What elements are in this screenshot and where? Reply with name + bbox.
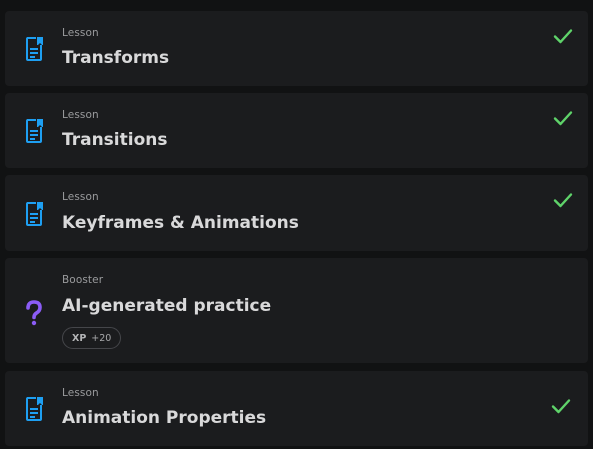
check-icon	[553, 29, 573, 44]
list-item-transforms[interactable]: Lesson Transforms	[5, 11, 588, 86]
item-kind-label: Booster	[62, 274, 104, 286]
item-title: Transitions	[62, 130, 168, 150]
check-icon	[553, 111, 573, 126]
question-mark-icon	[26, 300, 42, 326]
list-item-ai-generated-practice[interactable]: Booster AI-generated practice XP +20	[5, 258, 588, 363]
item-title: AI-generated practice	[62, 296, 272, 316]
item-kind-label: Lesson	[62, 27, 99, 39]
lesson-document-icon	[26, 397, 43, 421]
item-title: Animation Properties	[62, 408, 267, 428]
item-title: Transforms	[62, 48, 170, 68]
item-kind-label: Lesson	[62, 109, 99, 121]
lesson-document-icon	[26, 202, 43, 226]
item-kind-label: Lesson	[62, 191, 99, 203]
check-icon	[551, 399, 571, 414]
lesson-document-icon	[26, 119, 43, 143]
list-item-keyframes-animations[interactable]: Lesson Keyframes & Animations	[5, 175, 588, 251]
xp-value: +20	[91, 332, 112, 344]
lesson-list: Lesson Transforms Lesson Transitions Les…	[0, 0, 593, 449]
item-title: Keyframes & Animations	[62, 213, 299, 233]
item-kind-label: Lesson	[62, 387, 99, 399]
list-item-animation-properties[interactable]: Lesson Animation Properties	[5, 371, 588, 446]
list-item-transitions[interactable]: Lesson Transitions	[5, 93, 588, 168]
xp-label: XP	[72, 332, 87, 344]
xp-badge: XP +20	[62, 327, 122, 349]
lesson-document-icon	[26, 37, 43, 61]
check-icon	[553, 193, 573, 208]
